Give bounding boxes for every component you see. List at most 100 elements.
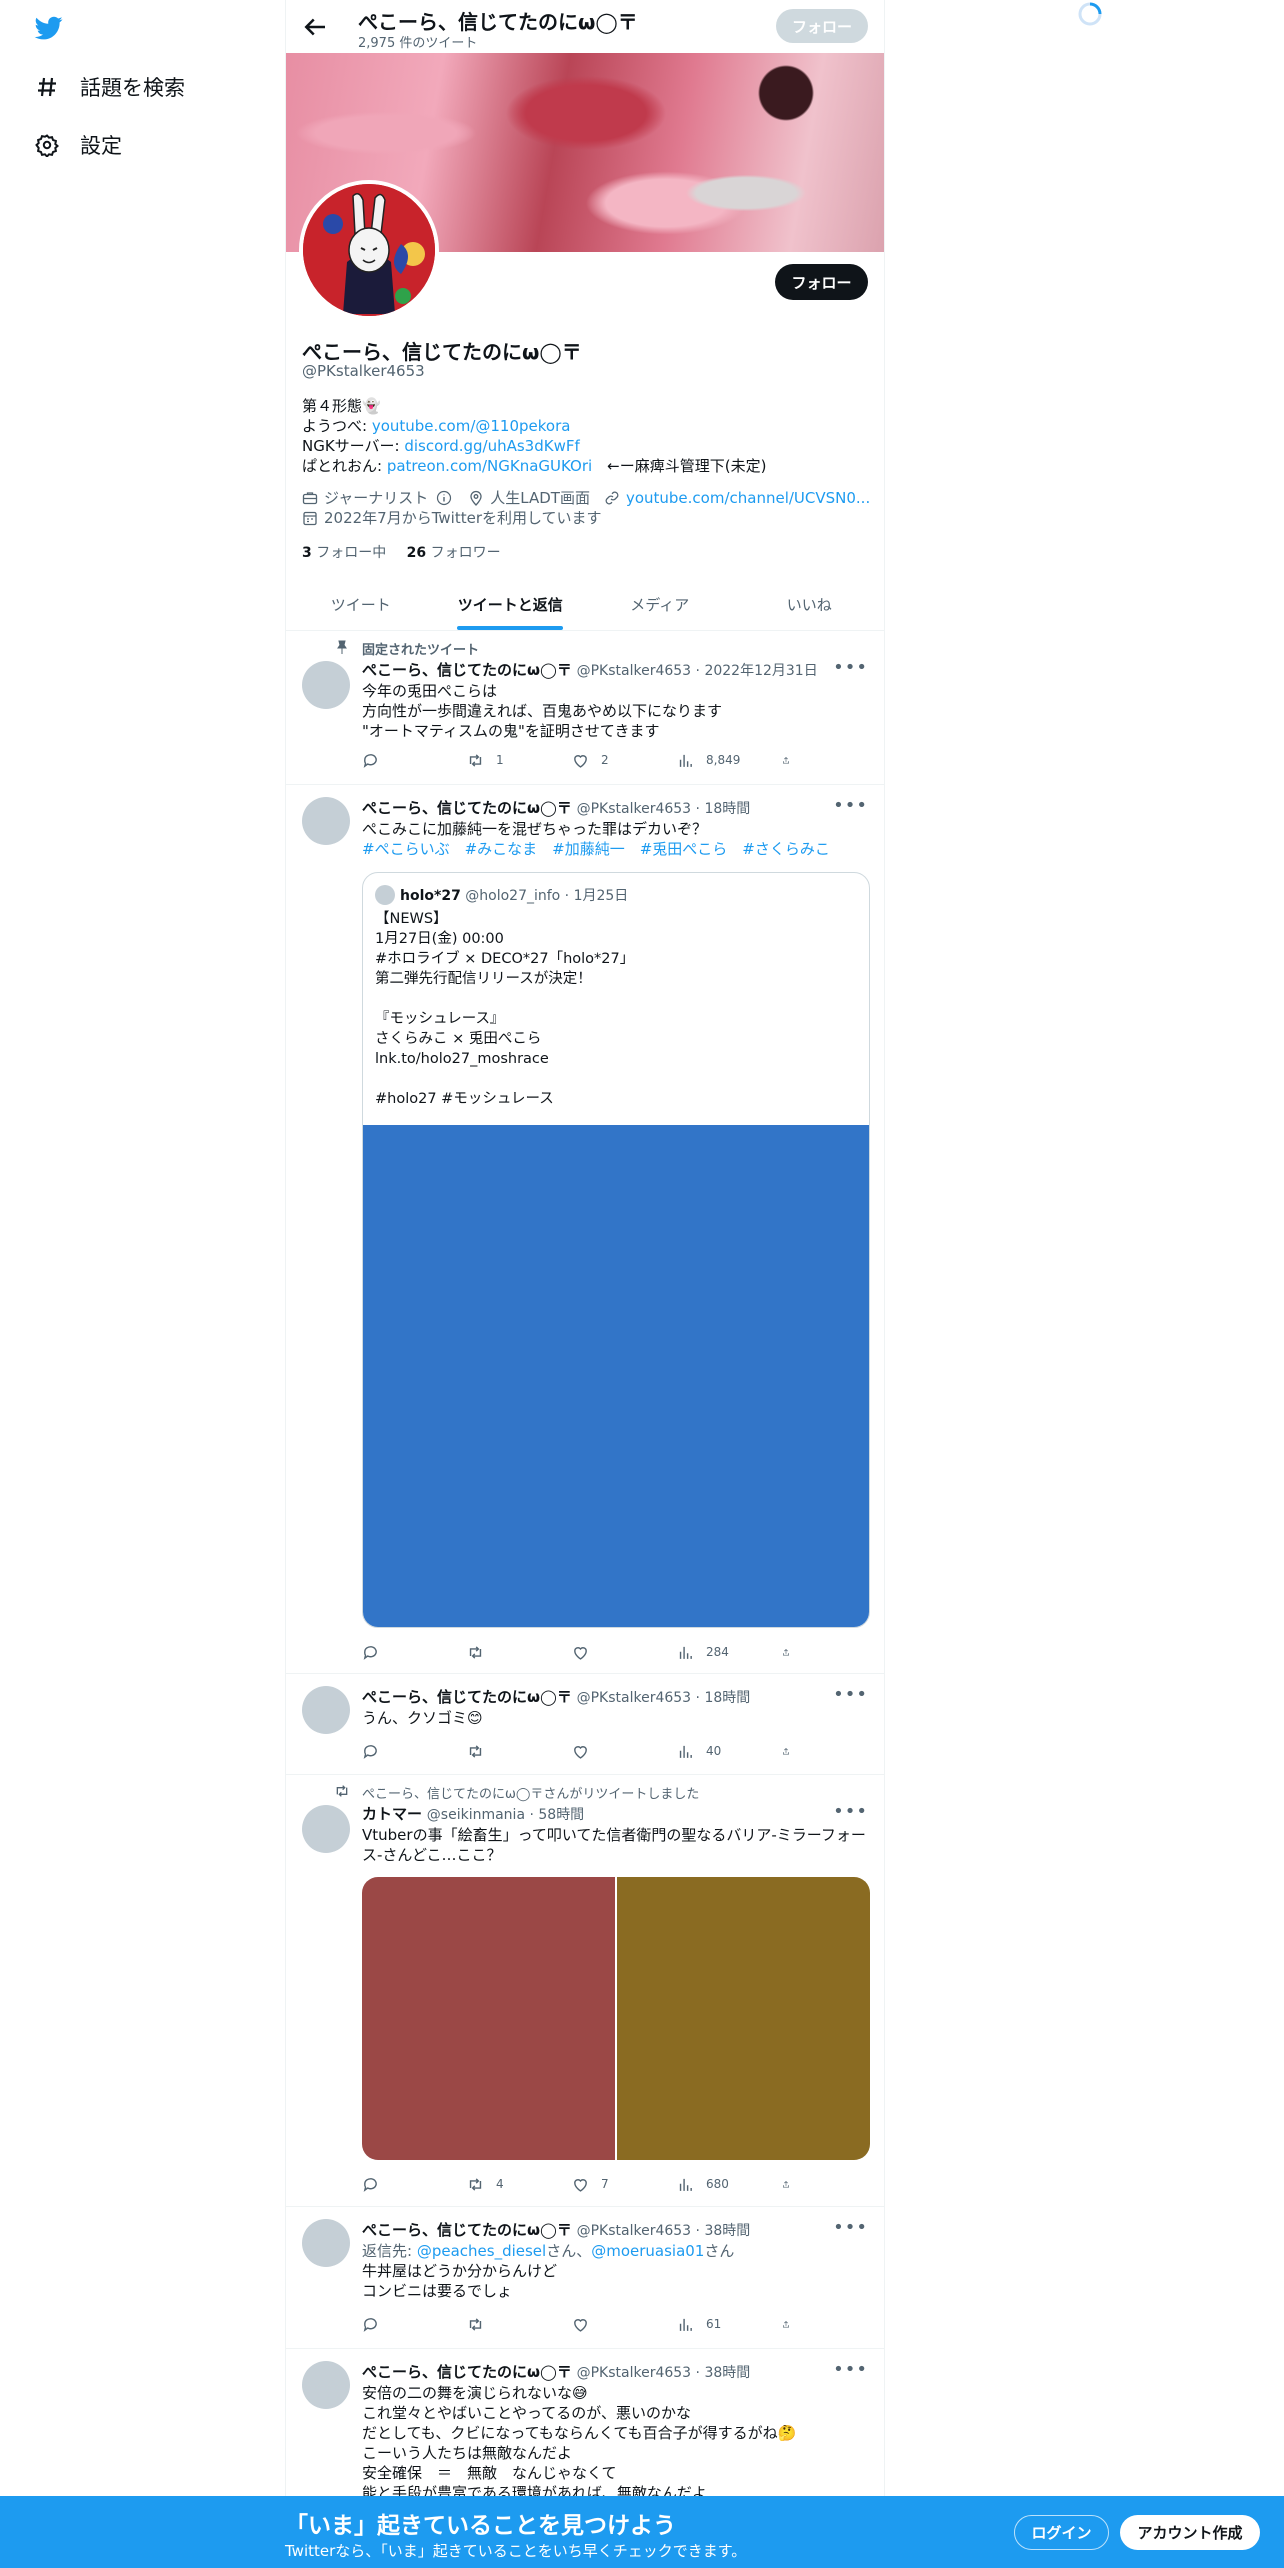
sidebar-item-explore[interactable]: 話題を検索 [34,67,185,107]
avatar-image [303,184,435,316]
sidebar-item-label: 設定 [80,134,122,158]
profile-name: ぺこーら、信じてたのにω◯〒 [302,340,582,364]
retweet-button[interactable] [467,1642,567,1662]
tweet-meta[interactable]: @PKstalker4653 · 38時間 [577,2223,751,2239]
tweet-meta[interactable]: @PKstalker4653 · 18時間 [577,801,751,817]
signup-button[interactable]: アカウント作成 [1120,2515,1260,2550]
tab-media[interactable]: メディア [585,578,735,630]
info-icon[interactable] [436,490,452,506]
views-chart-icon [679,1646,692,1659]
reply-to-line: 返信先: @peaches_dieselさん、@moeruasia01さん [362,2242,735,2260]
share-icon [783,2180,789,2187]
share-button[interactable] [782,1642,802,1662]
discord-link[interactable]: discord.gg/uhAs3dKwFf [404,437,579,455]
tweet[interactable]: ぺこーら、信じてたのにω◯〒 @PKstalker4653 · 18時間 •••… [286,1674,884,1775]
retweet-context-label[interactable]: ぺこーら、信じてたのにω◯〒さんがリツイートしました [362,1783,699,1802]
login-button[interactable]: ログイン [1014,2515,1109,2550]
share-button[interactable] [782,1741,802,1761]
tweet-author-name[interactable]: ぺこーら、信じてたのにω◯〒 [362,2363,572,2381]
like-button[interactable] [572,1741,672,1761]
reply-to-link[interactable]: @peaches_diesel [417,2242,546,2260]
tweet-author-name[interactable]: ぺこーら、信じてたのにω◯〒 [362,2221,572,2239]
heart-icon [574,1745,587,1759]
tweet[interactable]: ぺこーら、信じてたのにω◯〒 @PKstalker4653 · 18時間 •••… [286,785,884,1674]
header-follow-button[interactable]: フォロー [776,9,868,43]
reply-button[interactable] [362,750,462,770]
following-link[interactable]: 3 フォロー中 [302,545,386,561]
quote-header: holo*27 @holo27_info · 1月25日 [400,885,628,905]
like-button[interactable]: 7 [572,2174,672,2194]
profile-website-link[interactable]: youtube.com/channel/UCVSN0... [626,489,870,507]
tweet-actions: 284 [362,1642,802,1662]
follow-button[interactable]: フォロー [775,264,868,300]
tab-tweets[interactable]: ツイート [286,578,436,630]
tweet[interactable]: ぺこーら、信じてたのにω◯〒 @PKstalker4653 · 38時間 •••… [286,2207,884,2349]
hashtags[interactable]: #ぺこらいぶ #みこなま #加藤純一 #兎田ぺこら #さくらみこ [362,839,870,859]
tweet-avatar[interactable] [302,661,350,709]
patreon-link[interactable]: patreon.com/NGKnaGUKOri [387,457,592,475]
retweet-button[interactable] [467,1741,567,1761]
tweet-author-name[interactable]: ぺこーら、信じてたのにω◯〒 [362,1688,572,1706]
sidebar-item-settings[interactable]: 設定 [34,125,122,165]
twitter-logo-icon[interactable] [34,14,64,42]
tweet-author-name[interactable]: ぺこーら、信じてたのにω◯〒 [362,799,572,817]
tweet-avatar[interactable] [302,2361,350,2409]
tweet-meta[interactable]: @PKstalker4653 · 18時間 [577,1690,751,1706]
more-options-icon[interactable]: ••• [833,1684,868,1705]
reply-to-link[interactable]: @moeruasia01 [591,2242,704,2260]
share-button[interactable] [782,2314,802,2334]
share-button[interactable] [782,750,802,770]
share-button[interactable] [782,2174,802,2194]
views-chart-icon [679,2178,692,2191]
tweet-avatar[interactable] [302,2219,350,2267]
reply-button[interactable] [362,2314,462,2334]
views-button[interactable]: 680 [677,2174,777,2194]
youtube-link[interactable]: youtube.com/@110pekora [372,417,571,435]
reply-icon [363,2177,377,2192]
media-image[interactable] [362,1877,615,2160]
more-options-icon[interactable]: ••• [833,657,868,678]
tweet-avatar[interactable] [302,1805,350,1853]
tweet-meta[interactable]: @PKstalker4653 · 38時間 [577,2365,751,2381]
retweet-button[interactable] [467,2314,567,2334]
tweet[interactable]: 固定されたツイート ぺこーら、信じてたのにω◯〒 @PKstalker4653 … [286,631,884,785]
like-button[interactable] [572,1642,672,1662]
profile-avatar[interactable] [299,180,439,320]
more-options-icon[interactable]: ••• [833,2217,868,2238]
tab-tweets-and-replies[interactable]: ツイートと返信 [436,578,586,630]
retweet-button[interactable]: 1 [467,750,567,770]
tweet-author-name[interactable]: カトマー [362,1805,422,1823]
tweet-text: Vtuberの事「絵畜生」って叩いてた信者衛門の聖なるバリア-ミラーフォー ス-… [362,1826,866,1864]
views-button[interactable]: 8,849 [677,750,777,770]
like-button[interactable] [572,2314,672,2334]
reply-button[interactable] [362,2174,462,2194]
followers-link[interactable]: 26 フォロワー [407,545,501,561]
more-options-icon[interactable]: ••• [833,2359,868,2380]
tweet-avatar[interactable] [302,1686,350,1734]
views-button[interactable]: 40 [677,1741,777,1761]
profile-location: 人生LADT画面 [490,489,590,507]
views-button[interactable]: 284 [677,1642,777,1662]
like-button[interactable]: 2 [572,750,672,770]
bio-label: ようつべ: [302,417,372,435]
reply-button[interactable] [362,1642,462,1662]
retweet-icon [469,1645,482,1659]
back-arrow-icon[interactable] [300,12,330,42]
views-button[interactable]: 61 [677,2314,777,2334]
media-image[interactable] [617,1877,870,2160]
tweet-author-name[interactable]: ぺこーら、信じてたのにω◯〒 [362,661,572,679]
tweet-meta[interactable]: @seikinmania · 58時間 [427,1807,584,1823]
reply-button[interactable] [362,1741,462,1761]
quote-media-image[interactable] [363,1125,869,1627]
tweet-avatar[interactable] [302,797,350,845]
share-icon [783,756,789,763]
quote-text: 【NEWS】 1月27日(金) 00:00 #ホロライブ × DECO*27「h… [375,911,635,1107]
quote-tweet[interactable]: holo*27 @holo27_info · 1月25日 【NEWS】 1月27… [362,872,870,1628]
tweet-meta[interactable]: @PKstalker4653 · 2022年12月31日 [577,663,818,679]
tab-likes[interactable]: いいね [735,578,885,630]
retweet-button[interactable]: 4 [467,2174,567,2194]
more-options-icon[interactable]: ••• [833,795,868,816]
tweet[interactable]: ぺこーら、信じてたのにω◯〒さんがリツイートしました カトマー @seikinm… [286,1775,884,2207]
tweet-text: ぺこみこに加藤純一を混ぜちゃった罪はデカいぞ？ #ぺこらいぶ #みこなま #加藤… [362,819,870,859]
more-options-icon[interactable]: ••• [833,1801,868,1822]
